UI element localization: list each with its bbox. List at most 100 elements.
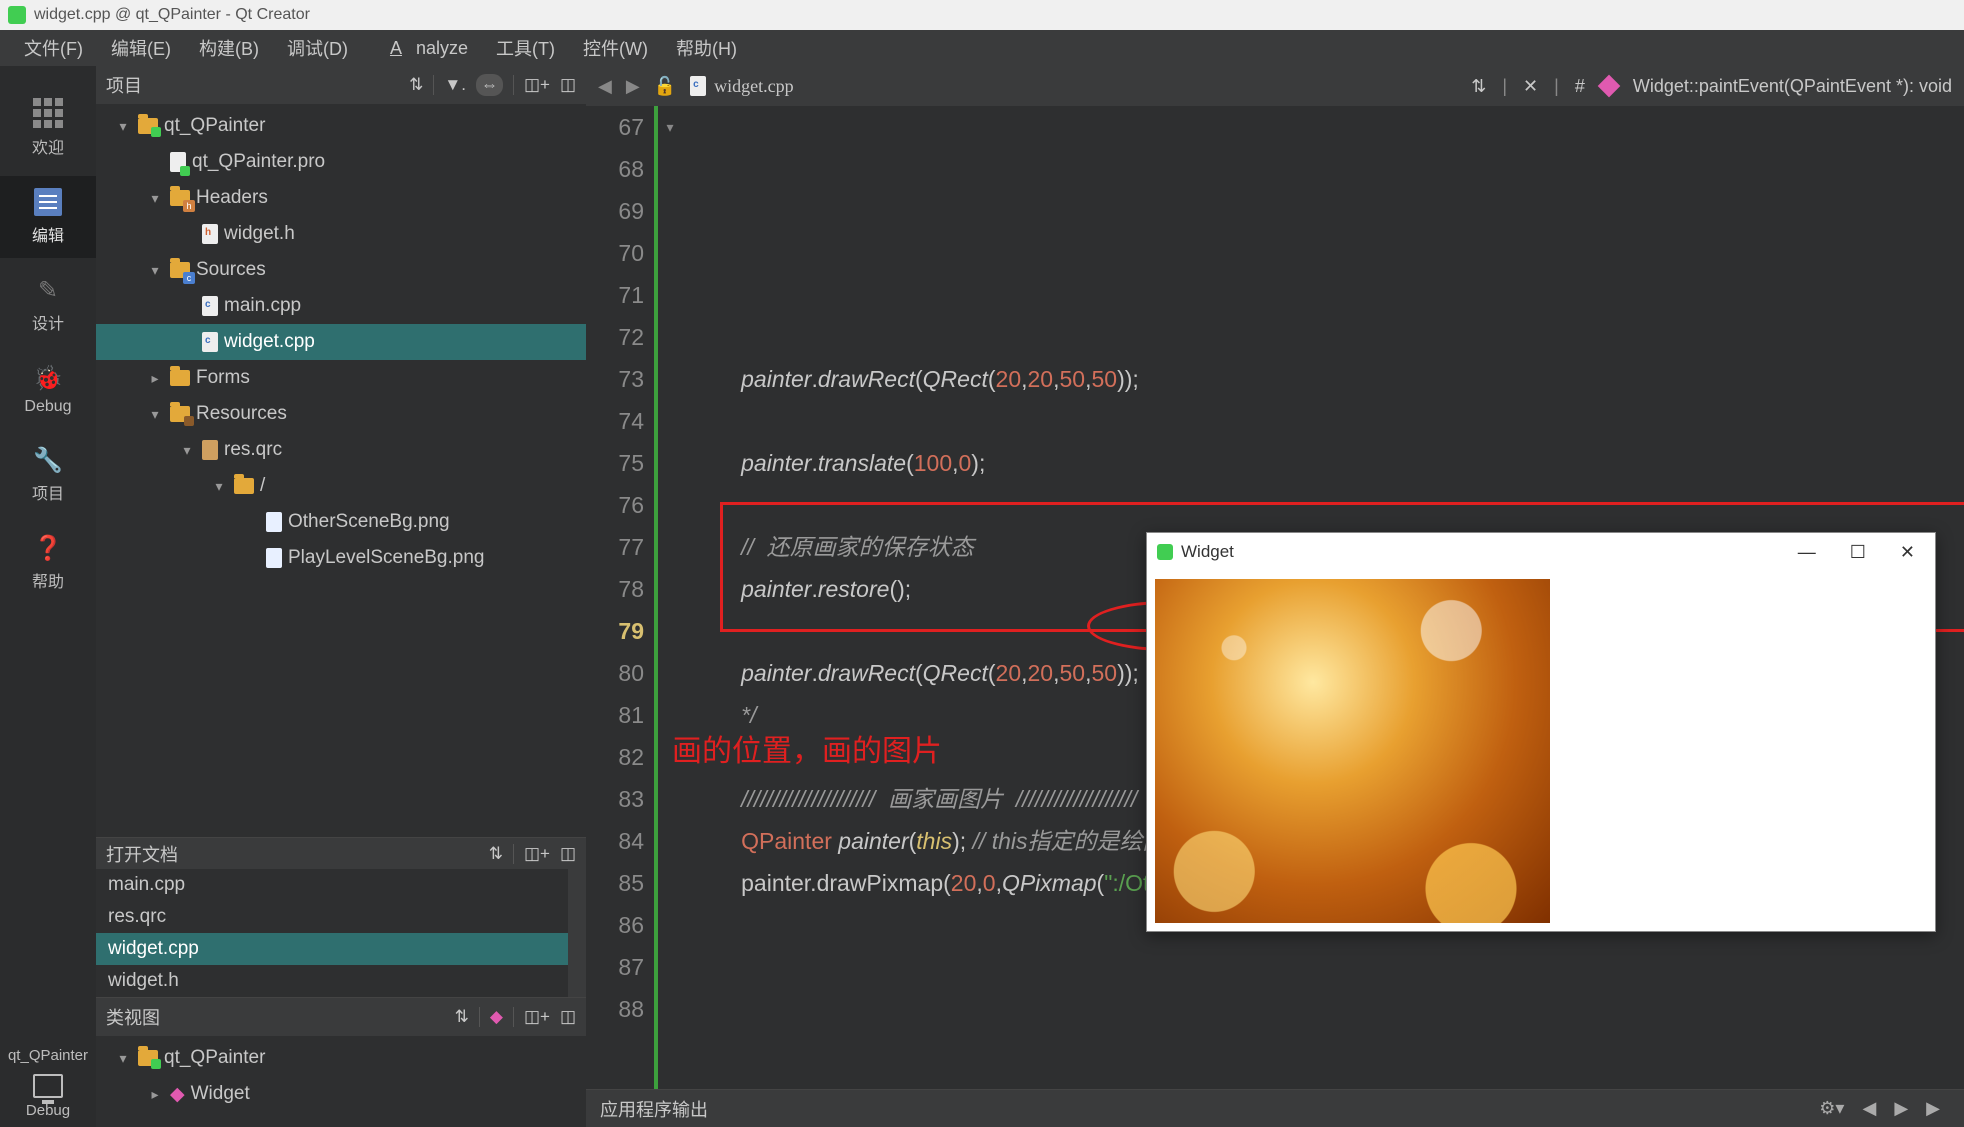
output-filter-icon[interactable]: ⚙▾ bbox=[1819, 1098, 1844, 1119]
line-gutter[interactable]: 6768697071727374757677787980818283848586… bbox=[586, 106, 658, 1089]
mode-footer[interactable]: qt_QPainter Debug bbox=[8, 1039, 88, 1127]
open-docs-list[interactable]: main.cppres.qrcwidget.cppwidget.h bbox=[96, 869, 568, 997]
sort-icon[interactable]: ⇅ bbox=[489, 844, 503, 864]
footer-mode: Debug bbox=[8, 1102, 88, 1119]
tree-row[interactable]: ▾qt_QPainter bbox=[96, 1040, 586, 1076]
menu-file[interactable]: 文件(F) bbox=[10, 29, 97, 67]
tree-row[interactable]: qt_QPainter.pro bbox=[96, 144, 586, 180]
grid-icon bbox=[33, 98, 63, 128]
mode-help-label: 帮助 bbox=[32, 568, 64, 592]
mode-welcome[interactable]: 欢迎 bbox=[0, 86, 96, 170]
mode-projects-label: 项目 bbox=[32, 480, 64, 504]
widget-window-titlebar[interactable]: Widget — ☐ ✕ bbox=[1147, 533, 1935, 571]
project-panel-title[interactable]: 项目 bbox=[106, 72, 142, 98]
tree-row[interactable]: OtherSceneBg.png bbox=[96, 504, 586, 540]
tree-row[interactable]: ▾Headers bbox=[96, 180, 586, 216]
project-panel-header: 项目 ⇅ ▼. ⇔ ◫+ ◫ bbox=[96, 66, 586, 104]
filter-icon[interactable]: ▼. bbox=[444, 75, 466, 95]
output-prev-icon[interactable]: ◀ bbox=[1862, 1098, 1876, 1119]
bug-icon: 🐞 bbox=[34, 364, 62, 392]
output-run-icon[interactable]: ▶ bbox=[1926, 1098, 1940, 1119]
cpp-file-icon bbox=[690, 76, 706, 96]
menubar: 文件(F) 编辑(E) 构建(B) 调试(D) Analyze 工具(T) 控件… bbox=[0, 30, 1964, 66]
output-label[interactable]: 应用程序输出 bbox=[600, 1096, 708, 1122]
split-add-icon[interactable]: ◫+ bbox=[524, 75, 550, 95]
mode-edit[interactable]: 编辑 bbox=[0, 176, 96, 258]
footer-project: qt_QPainter bbox=[8, 1047, 88, 1064]
tree-row[interactable]: ▸Forms bbox=[96, 360, 586, 396]
window-titlebar: widget.cpp @ qt_QPainter - Qt Creator bbox=[0, 0, 1964, 30]
fold-column[interactable]: ▾ bbox=[658, 106, 682, 1089]
tree-row[interactable]: widget.cpp bbox=[96, 324, 586, 360]
tree-row[interactable]: main.cpp bbox=[96, 288, 586, 324]
hash-symbol[interactable]: # bbox=[1575, 76, 1585, 97]
page-icon bbox=[34, 188, 62, 216]
minimize-icon[interactable]: — bbox=[1798, 542, 1816, 563]
mode-bar: 欢迎 编辑 ✎ 设计 🐞 Debug 🔧 项目 ❓ 帮助 qt_QPainter… bbox=[0, 66, 96, 1127]
wrench-icon: 🔧 bbox=[34, 446, 62, 474]
open-doc-item[interactable]: main.cpp bbox=[96, 869, 568, 901]
tree-row[interactable]: PlayLevelSceneBg.png bbox=[96, 540, 586, 576]
class-view-tree[interactable]: ▾qt_QPainter▸◆Widget bbox=[96, 1036, 586, 1127]
annotation-text: 画的位置，画的图片 bbox=[672, 731, 942, 773]
sort-icon[interactable]: ⇅ bbox=[409, 75, 423, 95]
menu-widgets[interactable]: 控件(W) bbox=[569, 29, 662, 67]
tree-row[interactable]: widget.h bbox=[96, 216, 586, 252]
class-view-header: 类视图 ⇅ ◆ ◫+ ◫ bbox=[96, 998, 586, 1036]
open-doc-item[interactable]: widget.h bbox=[96, 965, 568, 997]
class-view-panel: 类视图 ⇅ ◆ ◫+ ◫ ▾qt_QPainter▸◆Widget bbox=[96, 997, 586, 1127]
menu-build[interactable]: 构建(B) bbox=[185, 29, 273, 67]
mode-debug[interactable]: 🐞 Debug bbox=[0, 352, 96, 428]
nav-back-icon[interactable]: ◀ bbox=[598, 76, 612, 97]
mode-edit-label: 编辑 bbox=[32, 222, 64, 246]
tree-row[interactable]: ▾qt_QPainter bbox=[96, 108, 586, 144]
split-icon[interactable]: ◫ bbox=[560, 1007, 576, 1027]
mode-debug-label: Debug bbox=[24, 398, 71, 416]
close-icon[interactable]: ✕ bbox=[1900, 542, 1915, 563]
mode-help[interactable]: ❓ 帮助 bbox=[0, 522, 96, 604]
open-doc-item[interactable]: res.qrc bbox=[96, 901, 568, 933]
pencil-icon: ✎ bbox=[34, 276, 62, 304]
scrollbar[interactable] bbox=[568, 869, 586, 997]
tree-row[interactable]: ▸◆Widget bbox=[96, 1076, 586, 1112]
output-next-icon[interactable]: ▶ bbox=[1894, 1098, 1908, 1119]
open-doc-item[interactable]: widget.cpp bbox=[96, 933, 568, 965]
menu-debug[interactable]: 调试(D) bbox=[273, 29, 362, 67]
sort-icon[interactable]: ⇅ bbox=[455, 1007, 469, 1027]
rendered-pixmap bbox=[1155, 579, 1550, 923]
file-tab[interactable]: widget.cpp bbox=[690, 76, 793, 97]
menu-tools[interactable]: 工具(T) bbox=[482, 29, 569, 67]
menu-analyze[interactable]: Analyze bbox=[362, 32, 482, 65]
tree-row[interactable]: ▾/ bbox=[96, 468, 586, 504]
tree-row[interactable]: ▾Sources bbox=[96, 252, 586, 288]
nav-fwd-icon[interactable]: ▶ bbox=[626, 76, 640, 97]
project-tree[interactable]: ▾qt_QPainterqt_QPainter.pro▾Headerswidge… bbox=[96, 104, 586, 837]
split-icon[interactable]: ◫ bbox=[560, 75, 576, 95]
sort-icon[interactable]: ⇅ bbox=[1471, 76, 1486, 97]
tree-row[interactable]: ▾Resources bbox=[96, 396, 586, 432]
class-icon[interactable]: ◆ bbox=[490, 1007, 503, 1027]
tree-row[interactable]: ▾res.qrc bbox=[96, 432, 586, 468]
widget-preview-window[interactable]: Widget — ☐ ✕ bbox=[1146, 532, 1936, 932]
open-docs-title[interactable]: 打开文档 bbox=[106, 841, 178, 867]
breadcrumb-method[interactable]: Widget::paintEvent(QPaintEvent *): void bbox=[1633, 76, 1952, 97]
class-view-title[interactable]: 类视图 bbox=[106, 1004, 160, 1030]
mode-design-label: 设计 bbox=[32, 310, 64, 334]
close-icon[interactable]: ✕ bbox=[1523, 76, 1538, 97]
menu-edit[interactable]: 编辑(E) bbox=[97, 29, 185, 67]
menu-help[interactable]: 帮助(H) bbox=[662, 29, 751, 67]
editor-toolbar: ◀ ▶ 🔓 widget.cpp ⇅ | ✕ | # Widget::paint… bbox=[586, 66, 1964, 106]
split-add-icon[interactable]: ◫+ bbox=[524, 1007, 550, 1027]
maximize-icon[interactable]: ☐ bbox=[1850, 542, 1866, 563]
split-icon[interactable]: ◫ bbox=[560, 844, 576, 864]
qt-logo-icon bbox=[1157, 544, 1173, 560]
mode-projects[interactable]: 🔧 项目 bbox=[0, 434, 96, 516]
link-icon[interactable]: ⇔ bbox=[476, 74, 503, 96]
output-bar: 应用程序输出 ⚙▾ ◀ ▶ ▶ bbox=[586, 1089, 1964, 1127]
help-icon: ❓ bbox=[34, 534, 62, 562]
mode-design[interactable]: ✎ 设计 bbox=[0, 264, 96, 346]
split-add-icon[interactable]: ◫+ bbox=[524, 844, 550, 864]
lock-icon[interactable]: 🔓 bbox=[654, 76, 676, 97]
method-icon bbox=[1598, 75, 1621, 98]
open-docs-header: 打开文档 ⇅ ◫+ ◫ bbox=[96, 838, 586, 869]
